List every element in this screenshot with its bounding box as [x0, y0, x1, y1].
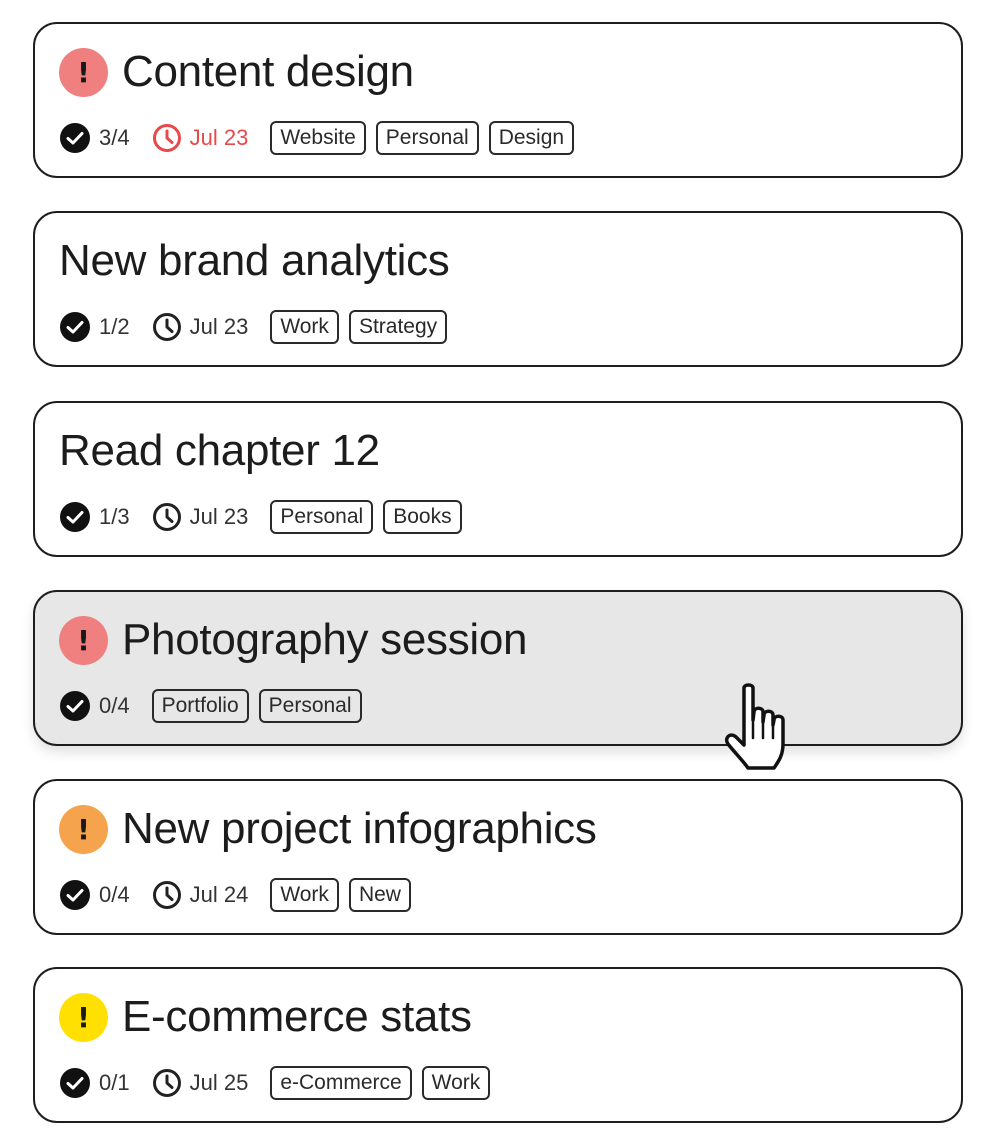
subtask-count: 0/4 — [59, 690, 130, 722]
check-circle-icon — [60, 123, 90, 153]
hand-pointer-icon — [724, 683, 785, 770]
priority-high-icon: ! — [59, 47, 108, 97]
check-circle-icon — [60, 691, 90, 721]
subtask-count: 3/4 — [59, 122, 130, 154]
due-date: Jul 25 — [152, 1068, 248, 1098]
task-title: Content design — [122, 47, 414, 96]
task-card-new-brand-analytics[interactable]: New brand analytics 1/2 Jul 23 Work Stra… — [33, 211, 963, 367]
tag[interactable]: Portfolio — [151, 689, 249, 723]
due-date: Jul 24 — [152, 880, 248, 910]
tag-list: Work Strategy — [270, 310, 457, 344]
tag[interactable]: Personal — [270, 500, 374, 534]
check-circle-icon — [60, 1068, 90, 1098]
clock-icon — [152, 503, 181, 531]
task-title: New brand analytics — [59, 236, 450, 285]
task-card-e-commerce-stats[interactable]: ! E-commerce stats 0/1 Jul 25 e-Commerce… — [33, 967, 963, 1123]
task-title: Photography session — [122, 615, 528, 664]
tag[interactable]: Work — [270, 310, 339, 344]
tag-list: Work New — [270, 878, 421, 912]
task-card-photography-session[interactable]: ! Photography session 0/4 Portfolio Pers… — [33, 590, 963, 746]
subtask-count: 1/3 — [59, 501, 130, 533]
task-title: New project infographics — [122, 804, 597, 853]
clock-icon — [152, 124, 181, 152]
clock-icon — [152, 1069, 181, 1097]
tag[interactable]: e-Commerce — [270, 1066, 412, 1100]
task-card-content-design[interactable]: ! Content design 3/4 Jul 23 Website Pers… — [33, 22, 963, 178]
clock-icon — [152, 881, 181, 909]
due-date: Jul 23 — [152, 123, 248, 153]
priority-high-icon: ! — [59, 615, 108, 665]
tag[interactable]: Strategy — [348, 310, 448, 344]
tag-list: e-Commerce Work — [270, 1066, 500, 1100]
subtask-count: 1/2 — [59, 311, 130, 343]
tag[interactable]: Personal — [375, 121, 479, 155]
subtask-count: 0/4 — [59, 879, 130, 911]
task-card-new-project-infographics[interactable]: ! New project infographics 0/4 Jul 24 Wo… — [33, 779, 963, 935]
check-circle-icon — [60, 880, 90, 910]
task-card-read-chapter-12[interactable]: Read chapter 12 1/3 Jul 23 Personal Book… — [33, 401, 963, 557]
due-date: Jul 23 — [152, 312, 248, 342]
tag[interactable]: Website — [270, 121, 366, 155]
tag[interactable]: Work — [270, 878, 339, 912]
tag-list: Portfolio Personal — [151, 689, 372, 723]
tag[interactable]: Personal — [258, 689, 362, 723]
task-title: E-commerce stats — [122, 992, 472, 1041]
tag[interactable]: Work — [421, 1066, 491, 1100]
tag[interactable]: New — [348, 878, 411, 912]
task-title: Read chapter 12 — [59, 426, 380, 475]
priority-medium-icon: ! — [59, 804, 108, 854]
due-date: Jul 23 — [152, 502, 248, 532]
check-circle-icon — [60, 312, 90, 342]
tag[interactable]: Design — [488, 121, 575, 155]
subtask-count: 0/1 — [59, 1067, 130, 1099]
tag[interactable]: Books — [383, 500, 462, 534]
check-circle-icon — [60, 502, 90, 532]
tag-list: Website Personal Design — [270, 121, 584, 155]
priority-low-icon: ! — [59, 992, 108, 1042]
clock-icon — [152, 313, 181, 341]
tag-list: Personal Books — [270, 500, 471, 534]
